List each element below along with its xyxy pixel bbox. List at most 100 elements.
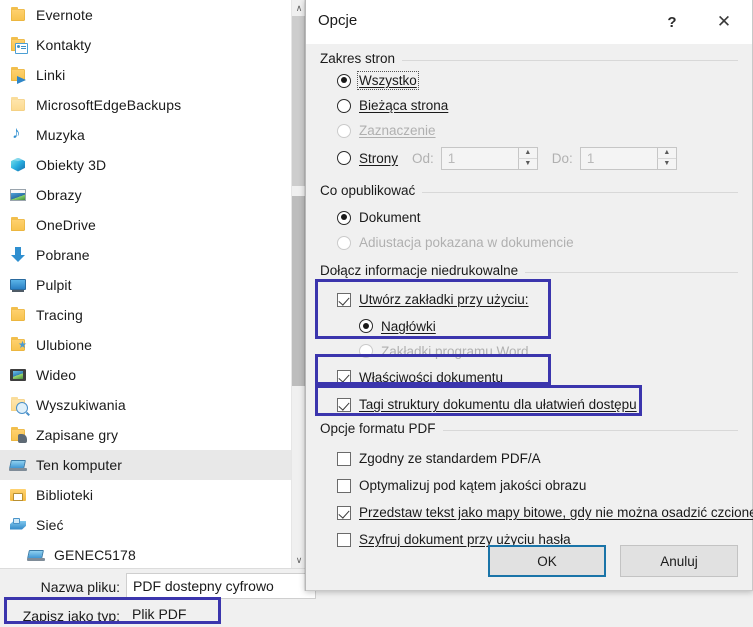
save-as-type-select[interactable]: Plik PDF xyxy=(126,602,316,626)
options-dialog: Opcje ? ✕ Zakres stron Wszystko Bieżąca … xyxy=(304,0,753,591)
to-spinner[interactable]: 1 ▲ ▼ xyxy=(579,146,677,170)
3d-objects-icon xyxy=(10,157,27,174)
checkbox-label: Optymalizuj pod kątem jakości obrazu xyxy=(359,478,587,493)
folder-tree[interactable]: Evernote Kontakty Linki MicrosoftEdgeBac… xyxy=(0,0,291,568)
radio-button[interactable] xyxy=(337,73,351,88)
tree-item-label: Pobrane xyxy=(36,247,90,263)
tree-item-label: Muzyka xyxy=(36,127,85,143)
checkbox-row-optymalizuj[interactable]: Optymalizuj pod kątem jakości obrazu xyxy=(320,472,738,499)
checkbox-label: Zgodny ze standardem PDF/A xyxy=(359,451,541,466)
tree-item-kontakty[interactable]: Kontakty xyxy=(0,30,291,60)
ok-button[interactable]: OK xyxy=(488,545,606,577)
tree-item-onedrive[interactable]: OneDrive xyxy=(0,210,291,240)
radio-label: Zakładki programu Word xyxy=(381,343,529,359)
tree-item-ulubione[interactable]: Ulubione xyxy=(0,330,291,360)
checkbox[interactable] xyxy=(337,292,351,307)
tree-item-linki[interactable]: Linki xyxy=(0,60,291,90)
radio-row-naglowki[interactable]: Nagłówki xyxy=(320,313,738,339)
tree-item-microsoftedgebackups[interactable]: MicrosoftEdgeBackups xyxy=(0,90,291,120)
help-icon[interactable]: ? xyxy=(652,0,692,44)
tree-item-pobrane[interactable]: Pobrane xyxy=(0,240,291,270)
radio-label: Adiustacja pokazana w dokumencie xyxy=(359,235,574,250)
radio-button xyxy=(337,235,351,250)
folder-icon xyxy=(10,96,27,114)
checkbox[interactable] xyxy=(337,397,351,412)
checkbox-label: Właściwości dokumentu xyxy=(359,369,504,385)
tree-item-label: OneDrive xyxy=(36,217,96,233)
checkbox-row-pdfa[interactable]: Zgodny ze standardem PDF/A xyxy=(320,445,738,472)
radio-row-adiustacja: Adiustacja pokazana w dokumencie xyxy=(320,230,738,255)
radio-button[interactable] xyxy=(337,210,351,225)
tree-item-wideo[interactable]: Wideo xyxy=(0,360,291,390)
tree-item-label: Obrazy xyxy=(36,187,82,203)
radio-row-zakladki-word: Zakładki programu Word xyxy=(320,339,738,363)
radio-button[interactable] xyxy=(337,151,351,165)
tree-item-label: Ulubione xyxy=(36,337,93,353)
group-include-nonprinting: Dołącz informacje niedrukowalne xyxy=(320,263,738,280)
group-publish-what: Co opublikować xyxy=(320,183,738,200)
from-label: Od: xyxy=(412,150,434,166)
radio-row-dokument[interactable]: Dokument xyxy=(320,205,738,230)
tree-item-obrazy[interactable]: Obrazy xyxy=(0,180,291,210)
group-label: Zakres stron xyxy=(320,51,403,66)
tree-item-label: Obiekty 3D xyxy=(36,157,107,173)
pictures-icon xyxy=(10,187,27,204)
checkbox-row-mapy-bitowe[interactable]: Przedstaw tekst jako mapy bitowe, gdy ni… xyxy=(320,499,753,526)
radio-label: Wszystko xyxy=(357,71,419,90)
tree-item-biblioteki[interactable]: Biblioteki xyxy=(0,480,291,510)
radio-button[interactable] xyxy=(337,98,351,113)
checkbox[interactable] xyxy=(337,370,351,384)
tree-item-label: Wyszukiwania xyxy=(36,397,126,413)
tree-item-obiekty-3d[interactable]: Obiekty 3D xyxy=(0,150,291,180)
radio-button[interactable] xyxy=(359,319,373,333)
tree-item-ten-komputer[interactable]: Ten komputer xyxy=(0,450,291,480)
radio-button xyxy=(359,344,373,358)
spinner-down-icon[interactable]: ▼ xyxy=(656,158,676,169)
to-spinner-buttons[interactable]: ▲ ▼ xyxy=(656,147,676,169)
from-spinner-buttons[interactable]: ▲ ▼ xyxy=(517,147,537,169)
tree-item-pulpit[interactable]: Pulpit xyxy=(0,270,291,300)
radio-row-strony[interactable]: Strony Od: 1 ▲ ▼ Do: 1 ▲ ▼ xyxy=(320,143,738,173)
tree-item-label: GENEC5178 xyxy=(54,547,136,563)
tree-item-label: MicrosoftEdgeBackups xyxy=(36,97,182,113)
tree-item-siec[interactable]: Sieć xyxy=(0,510,291,540)
checkbox[interactable] xyxy=(337,451,351,466)
checkbox-label: Utwórz zakładki przy użyciu: xyxy=(359,292,529,307)
cancel-button[interactable]: Anuluj xyxy=(620,545,738,577)
folder-icon xyxy=(10,306,27,324)
checkbox-label: Tagi struktury dokumentu dla ułatwień do… xyxy=(359,397,637,412)
page-to-group: Do: 1 ▲ ▼ xyxy=(552,146,677,170)
checkbox-row-tagi-struktury[interactable]: Tagi struktury dokumentu dla ułatwień do… xyxy=(320,391,738,418)
from-value: 1 xyxy=(447,150,456,166)
tree-item-genec5178[interactable]: GENEC5178 xyxy=(0,540,291,568)
tree-item-muzyka[interactable]: Muzyka xyxy=(0,120,291,150)
favorites-folder-icon xyxy=(10,336,27,354)
radio-label: Dokument xyxy=(359,210,421,225)
links-folder-icon xyxy=(10,66,27,84)
spinner-up-icon[interactable]: ▲ xyxy=(517,147,537,159)
close-icon[interactable]: ✕ xyxy=(704,0,744,44)
tree-item-wyszukiwania[interactable]: Wyszukiwania xyxy=(0,390,291,420)
file-name-label: Nazwa pliku: xyxy=(40,579,120,595)
radio-row-biezaca-strona[interactable]: Bieżąca strona xyxy=(320,93,738,118)
tree-item-label: Tracing xyxy=(36,307,83,323)
checkbox-row-utworz-zakladki[interactable]: Utwórz zakładki przy użyciu: xyxy=(320,286,738,313)
radio-row-wszystko[interactable]: Wszystko xyxy=(320,68,738,93)
page-from-group: Od: 1 ▲ ▼ xyxy=(412,146,538,170)
to-value: 1 xyxy=(586,150,595,166)
tree-item-label: Evernote xyxy=(36,7,93,23)
checkbox[interactable] xyxy=(337,478,351,493)
tree-item-tracing[interactable]: Tracing xyxy=(0,300,291,330)
checkbox-row-wlasciwosci-dokumentu[interactable]: Właściwości dokumentu xyxy=(320,363,738,391)
tree-item-label: Biblioteki xyxy=(36,487,94,503)
checkbox-label: Przedstaw tekst jako mapy bitowe, gdy ni… xyxy=(359,505,753,520)
tree-item-label: Kontakty xyxy=(36,37,92,53)
file-name-input[interactable]: PDF dostepny cyfrowo xyxy=(126,573,316,599)
spinner-up-icon[interactable]: ▲ xyxy=(656,147,676,159)
spinner-down-icon[interactable]: ▼ xyxy=(517,158,537,169)
tree-item-zapisane-gry[interactable]: Zapisane gry xyxy=(0,420,291,450)
folder-icon xyxy=(10,216,27,234)
checkbox[interactable] xyxy=(337,505,351,520)
from-spinner[interactable]: 1 ▲ ▼ xyxy=(440,146,538,170)
tree-item-evernote[interactable]: Evernote xyxy=(0,0,291,30)
